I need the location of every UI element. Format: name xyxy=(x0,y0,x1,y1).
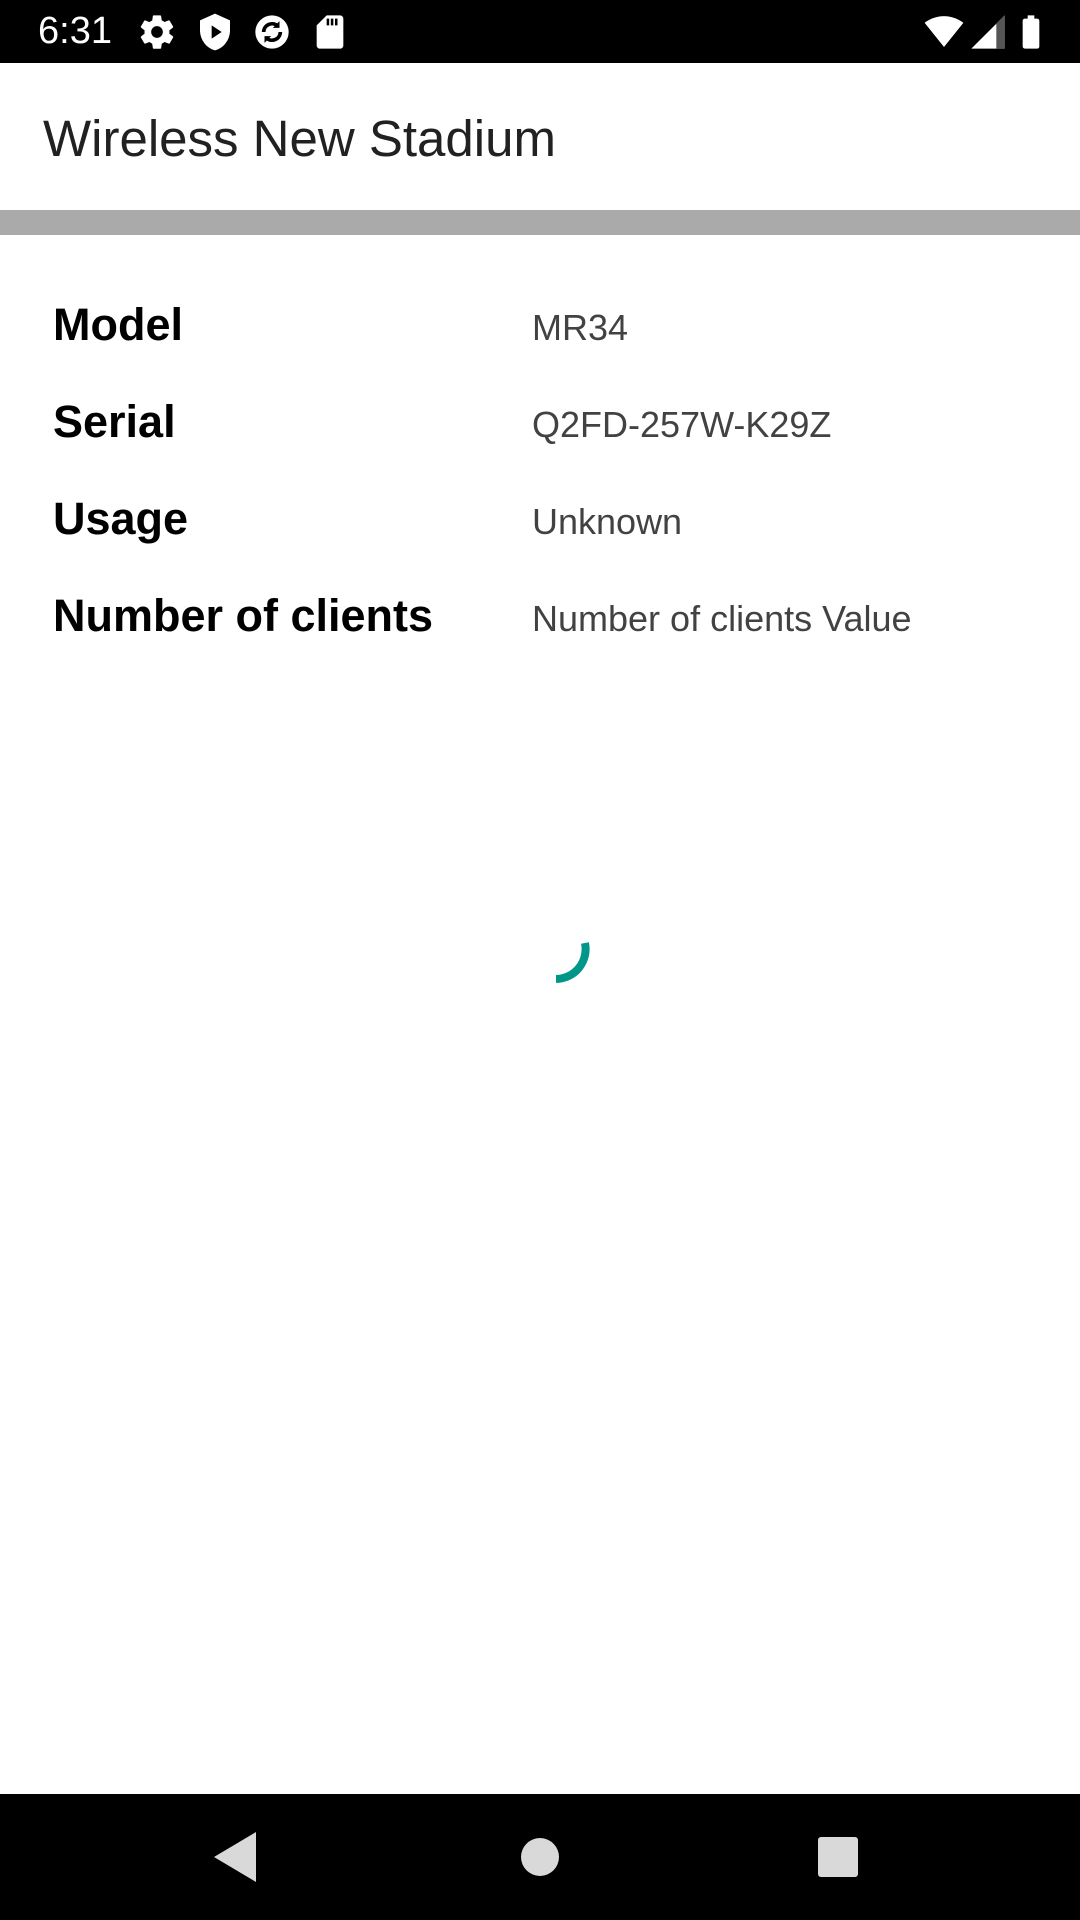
clients-label: Number of clients xyxy=(53,590,434,641)
progress-spinner xyxy=(543,932,613,1002)
detail-row-serial: Serial Q2FD-257W-K29Z xyxy=(0,394,1080,484)
sync-icon xyxy=(252,12,292,52)
page-title: Wireless New Stadium xyxy=(43,110,556,167)
navigation-bar xyxy=(0,1794,1080,1920)
cell-signal-icon xyxy=(968,12,1008,52)
status-time: 6:31 xyxy=(38,10,112,52)
recents-icon[interactable] xyxy=(803,1822,873,1892)
model-label: Model xyxy=(53,299,183,350)
wifi-icon xyxy=(922,12,966,52)
battery-icon xyxy=(1010,12,1052,52)
detail-row-usage: Usage Unknown xyxy=(0,491,1080,581)
serial-value: Q2FD-257W-K29Z xyxy=(532,404,832,445)
model-value: MR34 xyxy=(532,307,629,348)
usage-value: Unknown xyxy=(532,501,683,542)
detail-row-clients: Number of clients Number of clients Valu… xyxy=(0,588,1080,678)
back-icon[interactable] xyxy=(204,1822,274,1892)
shield-play-icon xyxy=(195,12,235,52)
header-divider xyxy=(0,210,1080,235)
home-icon[interactable] xyxy=(505,1822,575,1892)
usage-label: Usage xyxy=(53,493,189,544)
detail-row-model: Model MR34 xyxy=(0,297,1080,387)
app-bar: Wireless New Stadium xyxy=(0,63,1080,210)
gear-icon xyxy=(137,12,177,52)
serial-label: Serial xyxy=(53,396,176,447)
clients-value: Number of clients Value xyxy=(532,598,912,639)
status-bar: 6:31 xyxy=(0,0,1080,63)
sd-card-icon xyxy=(310,12,350,52)
